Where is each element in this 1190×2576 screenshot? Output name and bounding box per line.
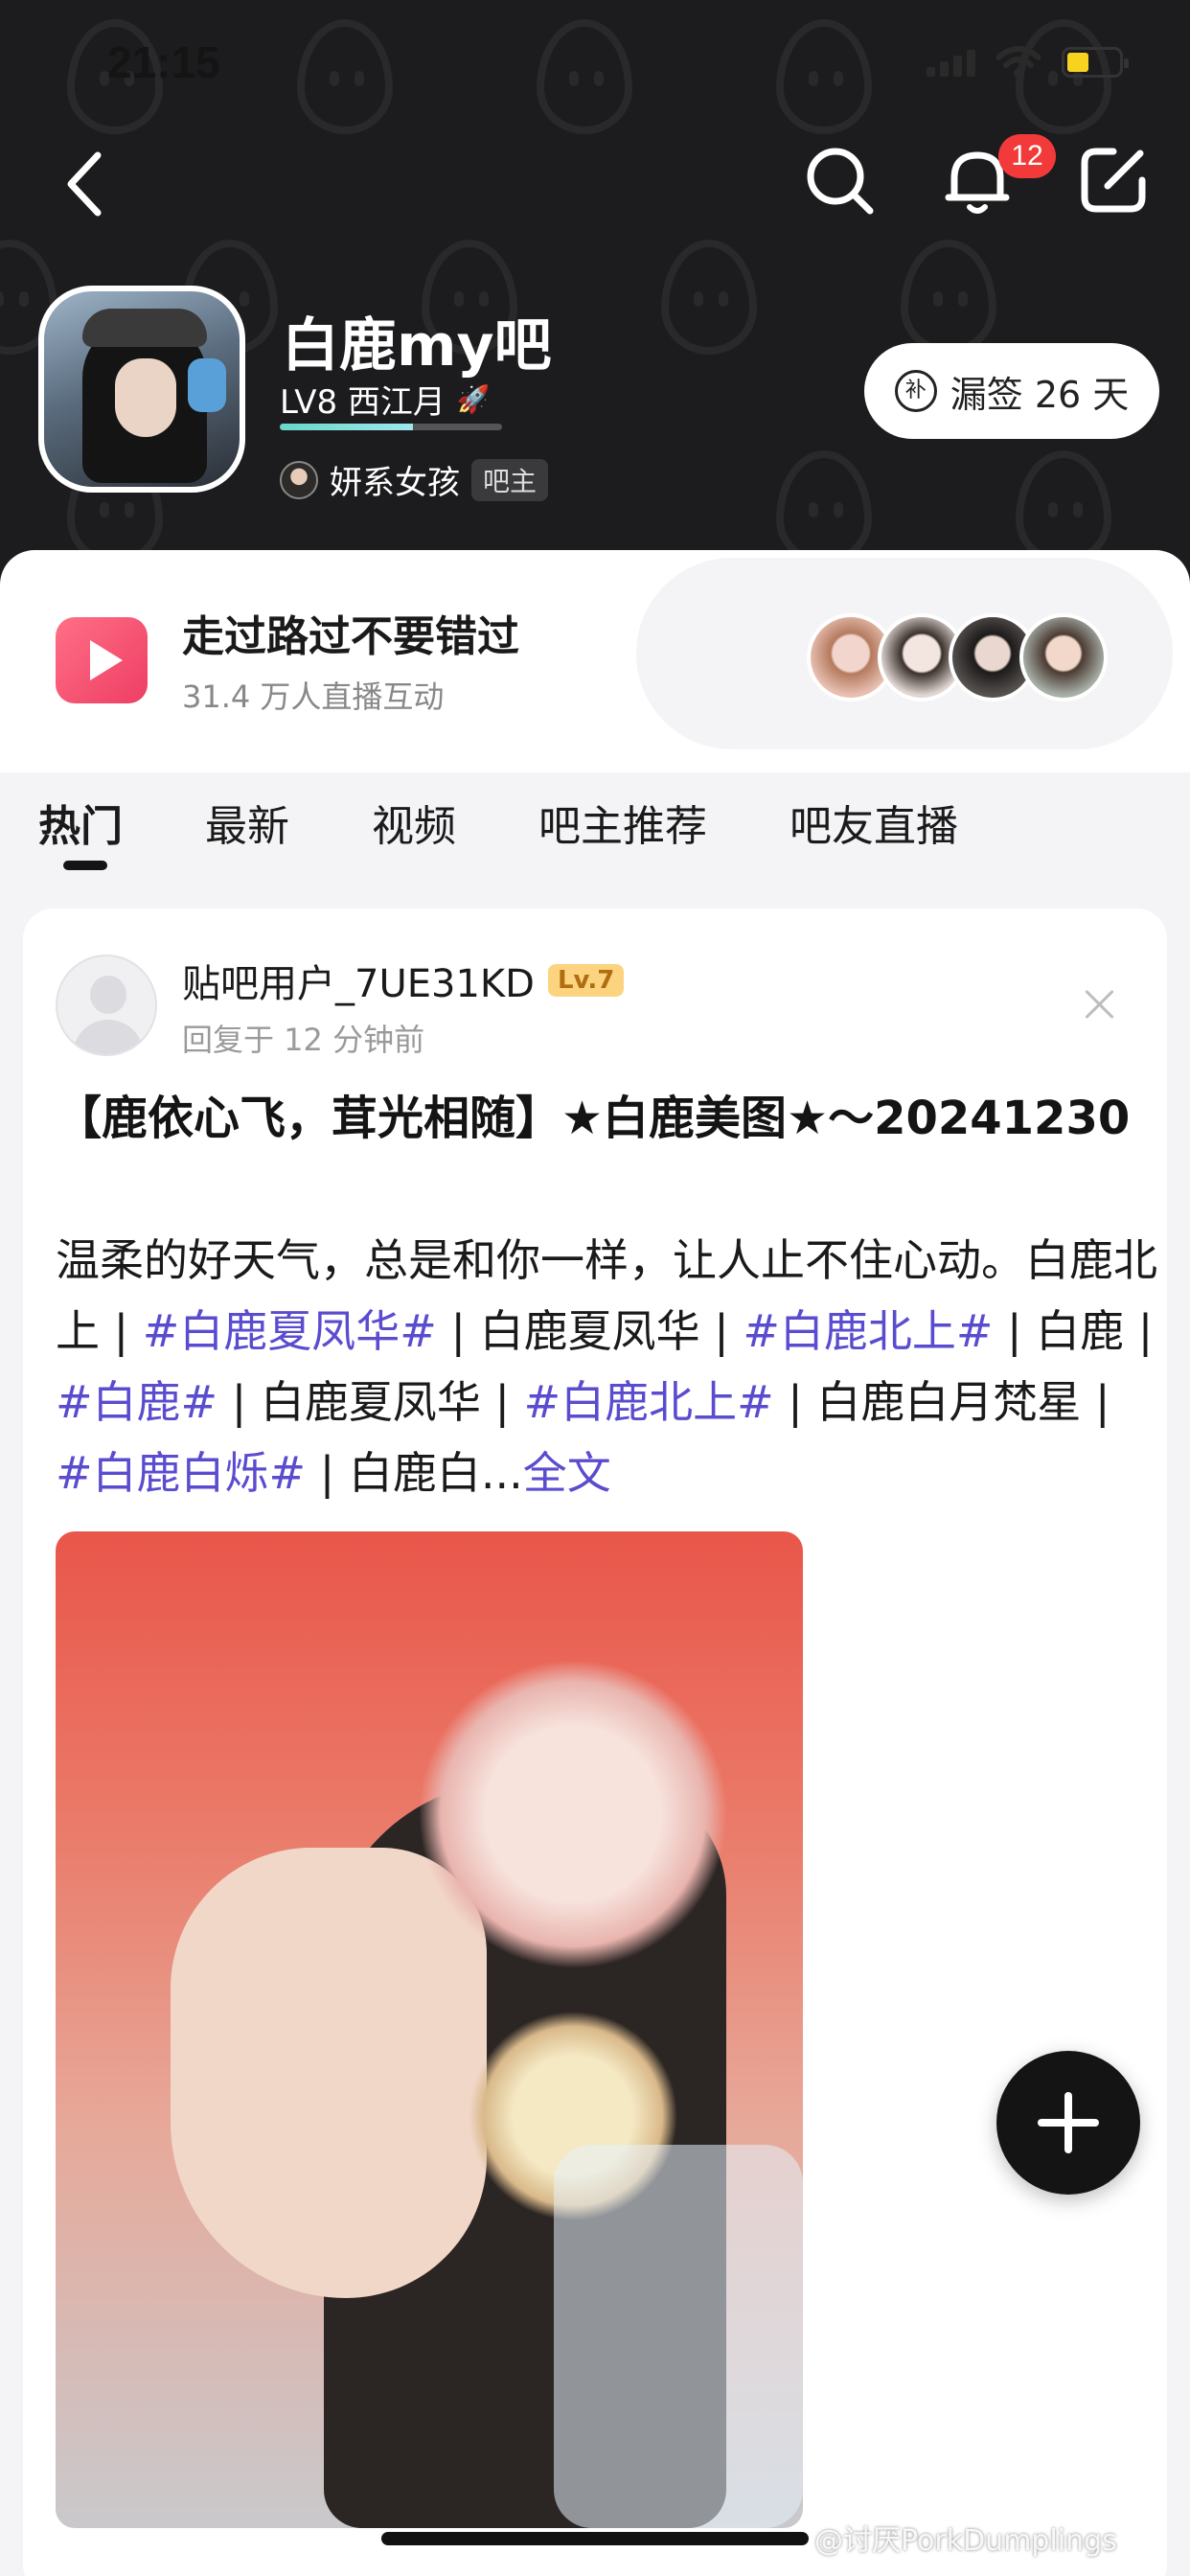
hashtag-link[interactable]: #白鹿白烁# (56, 1447, 306, 1499)
live-title: 走过路过不要错过 (182, 612, 519, 661)
forum-owner[interactable]: 妍系女孩 吧主 (280, 456, 549, 503)
search-icon[interactable] (801, 142, 878, 218)
owner-avatar (280, 460, 318, 499)
post-body-text: | 白鹿白... (306, 1447, 523, 1499)
live-avatar (1019, 613, 1108, 702)
post-time: 回复于 12 分钟前 (182, 1022, 425, 1058)
post-username: 贴吧用户_7UE31KD (182, 962, 535, 1006)
post-body[interactable]: 温柔的好天气，总是和你一样，让人止不住心动。白鹿北上 | #白鹿夏凤华# | 白… (56, 1225, 1157, 1508)
post-body-text: | 白鹿白月梵星 | (773, 1376, 1110, 1428)
tab-member-live[interactable]: 吧友直播 (790, 792, 958, 853)
flame-pattern (901, 240, 996, 355)
rocket-icon: 🚀 (456, 383, 491, 415)
flame-pattern (776, 450, 872, 565)
live-subtitle: 31.4 万人直播互动 (182, 678, 445, 715)
tab-owner-picks[interactable]: 吧主推荐 (538, 792, 707, 853)
post-user[interactable]: 贴吧用户_7UE31KD Lv.7 (182, 953, 625, 1008)
hashtag-link[interactable]: #白鹿# (56, 1376, 217, 1428)
post-body-text: | 白鹿 | (993, 1305, 1154, 1357)
post-card[interactable]: 贴吧用户_7UE31KD Lv.7 回复于 12 分钟前 【鹿依心飞，茸光相随】… (23, 908, 1167, 2576)
tab-latest[interactable]: 最新 (205, 792, 289, 853)
post-body-text: | 白鹿夏凤华 | (436, 1305, 744, 1357)
close-icon[interactable] (1081, 985, 1119, 1024)
edit-icon[interactable] (1075, 142, 1152, 218)
battery-icon (1062, 47, 1129, 78)
hashtag-link[interactable]: #白鹿北上# (743, 1305, 993, 1357)
owner-tag: 吧主 (471, 458, 549, 501)
tab-video[interactable]: 视频 (372, 792, 456, 853)
hashtag-link[interactable]: #白鹿夏凤华# (143, 1305, 437, 1357)
watermark: @讨厌PorkDumplings (814, 2524, 1117, 2558)
level-text: LV8 西江月 (280, 383, 446, 422)
forum-avatar[interactable] (38, 286, 245, 493)
forum-name: 白鹿my吧 (282, 312, 552, 380)
forum-header: 21:15 12 白鹿my吧 LV8 西江月 🚀 妍系女孩 吧主 补 漏签 26… (0, 0, 1190, 613)
live-banner[interactable]: 走过路过不要错过 31.4 万人直播互动 (23, 550, 1173, 769)
status-icons (927, 46, 1129, 79)
post-title[interactable]: 【鹿依心飞，茸光相随】★白鹿美图★～20241230 (56, 1083, 1148, 1154)
wifi-icon (995, 46, 1041, 79)
hashtag-link[interactable]: #白鹿北上# (524, 1376, 774, 1428)
feed-tabs: 热门 最新 视频 吧主推荐 吧友直播 (38, 792, 1041, 853)
home-indicator[interactable] (381, 2532, 809, 2545)
plus-icon[interactable] (996, 2051, 1140, 2195)
tab-hot[interactable]: 热门 (38, 792, 123, 853)
live-avatars (807, 613, 1108, 702)
forum-level[interactable]: LV8 西江月 🚀 (280, 376, 491, 423)
sign-in-label: 漏签 26 天 (950, 373, 1130, 416)
post-user-avatar[interactable] (56, 954, 157, 1056)
flame-pattern (661, 240, 757, 355)
live-play-icon (56, 617, 148, 703)
active-tab-indicator (63, 861, 107, 870)
level-progress-bar (280, 424, 502, 430)
flame-pattern (1016, 450, 1111, 565)
post-image[interactable] (56, 1531, 803, 2528)
sign-in-button[interactable]: 补 漏签 26 天 (864, 343, 1159, 439)
user-level-badge: Lv.7 (547, 964, 625, 997)
post-body-text: | 白鹿夏凤华 | (217, 1376, 524, 1428)
status-time: 21:15 (107, 37, 220, 87)
read-more-link[interactable]: 全文 (523, 1447, 611, 1499)
status-bar: 21:15 (0, 0, 1190, 125)
sign-icon: 补 (894, 370, 937, 412)
back-icon[interactable] (57, 146, 111, 222)
signal-icon (927, 48, 975, 77)
owner-name: 妍系女孩 (330, 464, 460, 502)
notification-badge: 12 (998, 134, 1056, 178)
